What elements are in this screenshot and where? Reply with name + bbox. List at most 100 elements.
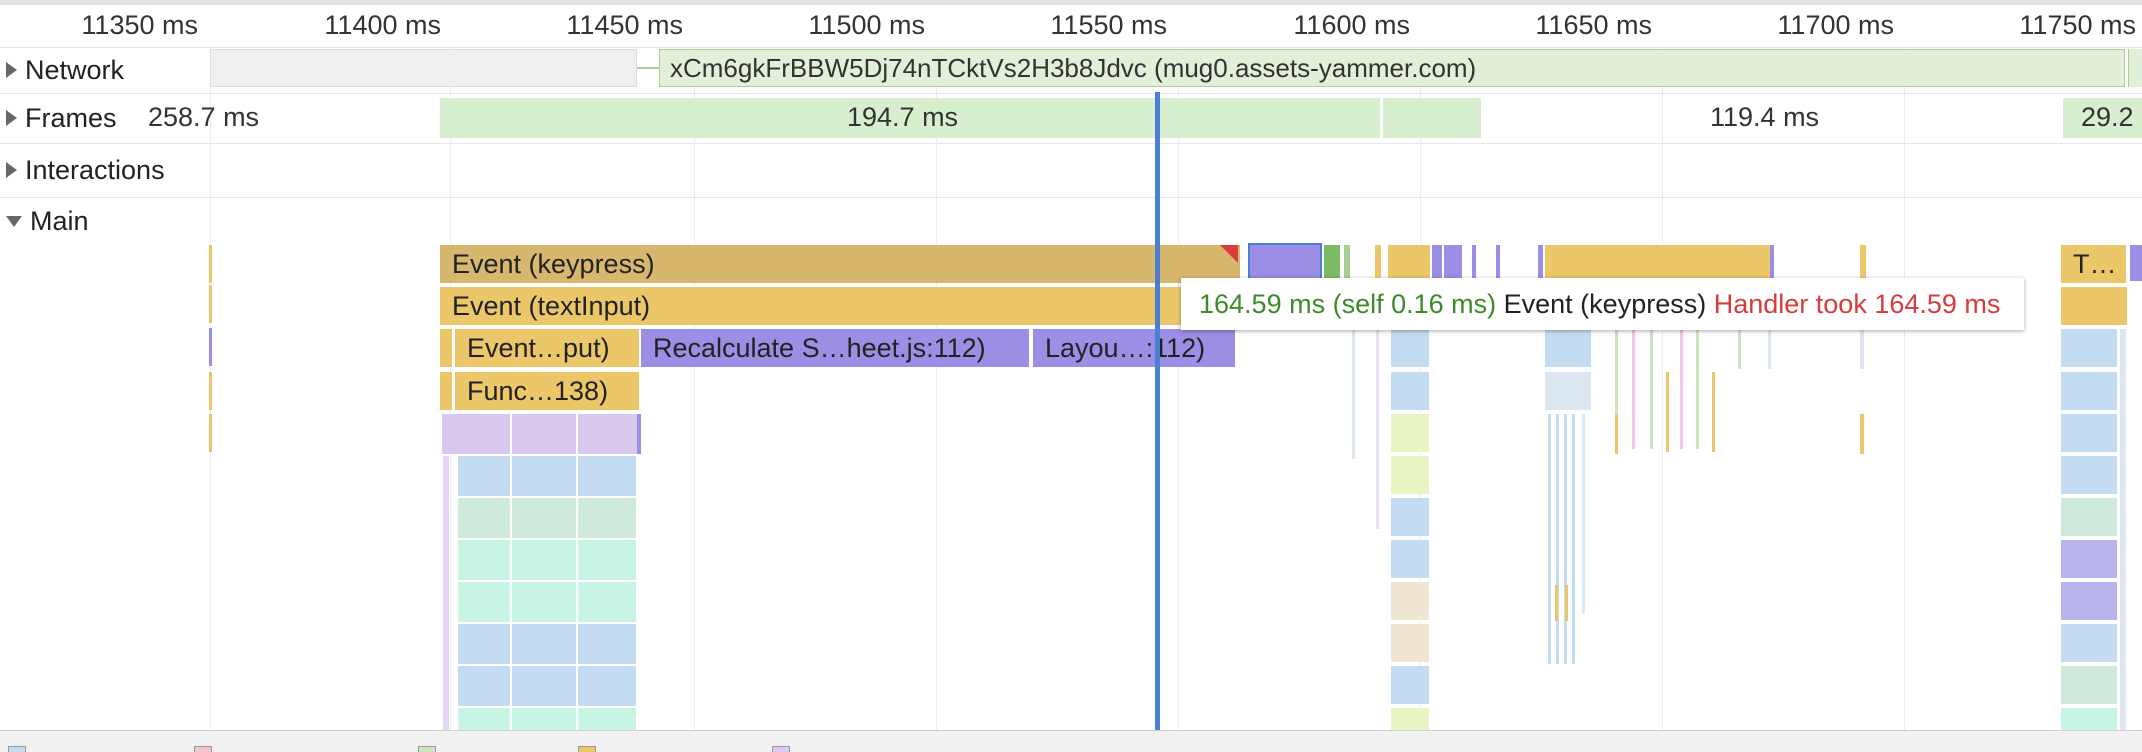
flame-event-block[interactable] (458, 624, 636, 664)
flame-event-block[interactable] (2061, 456, 2117, 494)
flame-sliver[interactable] (1548, 414, 1551, 664)
flame-sliver[interactable] (1666, 372, 1669, 452)
frames-track-label: Frames (25, 102, 117, 133)
flame-event-block[interactable] (458, 582, 636, 622)
flame-sliver[interactable] (1582, 414, 1585, 614)
frame-block[interactable] (1383, 98, 1481, 138)
flame-sliver[interactable] (1650, 329, 1653, 449)
tick-label: 11750 ms (2019, 10, 2136, 40)
flame-event-event-put[interactable]: Event…put) (455, 329, 640, 367)
flame-sliver[interactable] (1768, 329, 1771, 369)
flame-event-function-call[interactable]: Func…138) (455, 372, 640, 410)
flame-event-textinput[interactable]: Event (textInput) (440, 287, 1185, 325)
flame-sliver[interactable] (1472, 245, 1476, 281)
timeline-cursor[interactable] (1155, 92, 1160, 732)
flame-sliver[interactable] (1432, 245, 1442, 281)
flame-sliver[interactable] (1538, 245, 1543, 281)
flame-sliver[interactable] (209, 414, 212, 452)
flame-sliver[interactable] (1680, 329, 1683, 449)
flame-sliver[interactable] (1344, 245, 1350, 281)
interactions-track-toggle[interactable]: Interactions (0, 143, 165, 197)
flame-event-truncated[interactable]: T… (2061, 245, 2127, 283)
flame-event-block[interactable] (1391, 624, 1429, 662)
main-track-toggle[interactable]: Main (0, 197, 89, 245)
network-request-bar[interactable]: xCm6gkFrBBW5Dj74nTCktVs2H3b8Jdvc (mug0.a… (659, 49, 2125, 87)
flame-event-block[interactable] (1391, 456, 1429, 494)
flame-event-block[interactable] (2061, 708, 2117, 730)
flame-sliver[interactable] (1352, 329, 1355, 459)
frames-track-toggle[interactable]: Frames (0, 93, 117, 143)
flame-event-block[interactable] (2061, 540, 2117, 578)
flame-event-block[interactable] (1391, 498, 1429, 536)
flame-sliver[interactable] (1770, 245, 1774, 281)
flame-event-block[interactable] (458, 498, 636, 538)
time-ruler[interactable]: 11350 ms 11400 ms 11450 ms 11500 ms 1155… (0, 5, 2142, 48)
flame-separator (576, 414, 578, 730)
flame-sliver[interactable] (2130, 245, 2142, 281)
flame-event-block[interactable] (2061, 582, 2117, 620)
flame-event-block[interactable] (1391, 708, 1429, 730)
flame-sliver[interactable] (209, 328, 212, 366)
flame-event-block[interactable] (458, 540, 636, 580)
flame-sliver[interactable] (443, 456, 449, 730)
flame-sliver[interactable] (209, 285, 212, 323)
flame-event-block[interactable] (458, 456, 636, 496)
flame-sliver[interactable] (1496, 245, 1500, 281)
tick-label: 11450 ms (566, 10, 683, 40)
flame-event-block[interactable] (1391, 666, 1429, 704)
flame-event-keypress[interactable]: Event (keypress) (440, 245, 1240, 283)
flame-event-block[interactable] (458, 708, 636, 730)
flame-event-block[interactable] (1391, 414, 1429, 452)
legend-swatch-loading (8, 746, 26, 752)
flame-event-recalculate-style[interactable]: Recalculate S…heet.js:112) (641, 329, 1031, 367)
flame-event-block[interactable] (2061, 329, 2117, 367)
flame-event-block[interactable] (1391, 582, 1429, 620)
flame-event-layout[interactable]: Layou…:112) (1033, 329, 1237, 367)
network-request-bar-next[interactable] (2128, 49, 2142, 87)
flame-event-block[interactable] (1391, 540, 1429, 578)
flame-event-block[interactable] (2061, 624, 2117, 662)
flame-sliver[interactable] (1712, 372, 1715, 452)
flame-sliver[interactable] (209, 372, 212, 410)
tooltip-event-name: Event (keypress) (1503, 289, 1707, 319)
flame-event-block[interactable] (2061, 287, 2127, 325)
flame-event-block[interactable] (2061, 498, 2117, 536)
event-label: Func…138) (467, 376, 609, 406)
flame-sliver[interactable] (637, 414, 641, 454)
flame-event-block[interactable] (2061, 666, 2117, 704)
flame-sliver[interactable] (1556, 414, 1559, 664)
flame-sliver[interactable] (1615, 414, 1618, 454)
flame-sliver[interactable] (1444, 245, 1462, 281)
expand-arrow-icon (6, 62, 17, 78)
flame-event-block[interactable] (2061, 372, 2117, 410)
flame-sliver[interactable] (1375, 245, 1381, 281)
flame-sliver[interactable] (1632, 329, 1635, 449)
flame-sliver[interactable] (1738, 329, 1741, 369)
flame-sliver[interactable] (1555, 585, 1558, 621)
flame-event-block[interactable] (1545, 329, 1591, 367)
flame-sliver[interactable] (2120, 329, 2126, 730)
flame-sliver[interactable] (440, 329, 452, 367)
flame-sliver[interactable] (209, 245, 212, 283)
flame-event-block[interactable] (1545, 245, 1771, 281)
flame-sliver[interactable] (1860, 329, 1864, 369)
event-label: T… (2073, 249, 2117, 279)
network-track-toggle[interactable]: Network (0, 47, 124, 93)
flame-event-block[interactable] (1391, 372, 1429, 410)
flame-sliver[interactable] (1572, 414, 1575, 664)
flame-event-block[interactable] (2061, 414, 2117, 452)
flame-sliver[interactable] (1860, 245, 1866, 281)
flame-event-selected[interactable] (1248, 243, 1322, 283)
flame-sliver[interactable] (1388, 245, 1430, 281)
flame-sliver[interactable] (1860, 414, 1864, 454)
flame-sliver[interactable] (440, 372, 452, 410)
flame-event-block[interactable] (458, 666, 636, 706)
flame-sliver[interactable] (1696, 329, 1699, 449)
flame-event-block[interactable] (442, 414, 640, 454)
flame-event-block[interactable] (1545, 372, 1591, 410)
flame-sliver[interactable] (1565, 585, 1568, 621)
flame-event-block[interactable] (1391, 329, 1429, 367)
flame-sliver[interactable] (1324, 245, 1340, 281)
flame-sliver[interactable] (1376, 329, 1379, 529)
flame-sliver[interactable] (1564, 414, 1567, 664)
